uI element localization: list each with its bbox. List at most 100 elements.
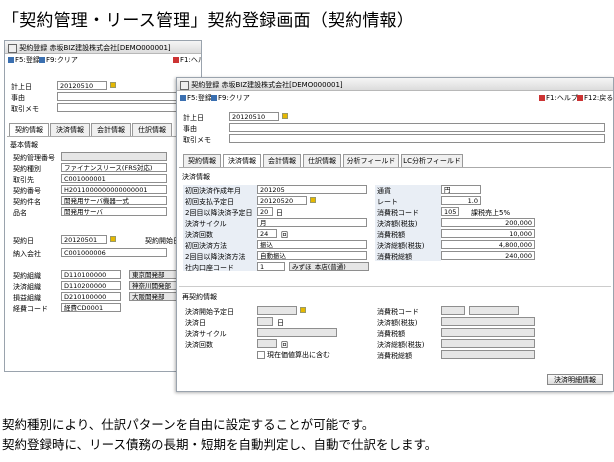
bank-name: みずほ_本店(普通): [289, 262, 369, 271]
org-input[interactable]: D110200000: [61, 281, 121, 290]
kessai-label: 2回目以降決済方法: [185, 253, 246, 261]
calendar-icon[interactable]: [300, 307, 306, 313]
calendar-icon[interactable]: [110, 236, 116, 242]
kessai-heading: 決済情報: [182, 173, 210, 181]
org-label: 損益組織: [13, 294, 41, 302]
app-icon: [8, 43, 17, 53]
torihiki-label: 取引メモ: [183, 136, 211, 144]
org-input[interactable]: 経費CD0001: [61, 303, 121, 312]
front-tab-1[interactable]: 決済情報: [223, 154, 261, 167]
kessai-label: 決済総額(税抜): [377, 242, 425, 250]
detail-button[interactable]: 決済明細情報: [547, 374, 603, 385]
kessai-label: 通貨: [377, 187, 391, 195]
unit-label: 日: [276, 209, 283, 217]
front-tab-3[interactable]: 仕訳情報: [303, 154, 341, 167]
rekeiyaku-label: 決済額(税抜): [377, 319, 418, 327]
back-tab-1[interactable]: 決済情報: [50, 123, 90, 136]
field-label: 契約種別: [13, 165, 41, 173]
front-f5-button[interactable]: F5:登録: [180, 93, 212, 103]
app-icon: [180, 80, 189, 90]
jiyu-input[interactable]: [229, 123, 605, 132]
clear-icon: [39, 57, 45, 63]
rekeiyaku-input[interactable]: [441, 328, 535, 337]
org-label: 決済組織: [13, 283, 41, 291]
rekeiyaku-input[interactable]: [257, 306, 297, 315]
pv-checkbox-label: 現在価値算出に含む: [267, 351, 330, 359]
rekeiyaku-input[interactable]: [257, 317, 273, 326]
calendar-icon[interactable]: [310, 197, 316, 203]
back-window: 契約登録 赤坂BIZ建設株式会社[DEMO000001] F5:登録 F9:クリ…: [4, 40, 202, 372]
kessai-input[interactable]: 20: [257, 207, 273, 216]
rekeiyaku-label: 消費税コード: [377, 308, 419, 316]
back-tab-0[interactable]: 契約情報: [9, 123, 49, 136]
keijo-input[interactable]: 20120510: [57, 81, 107, 90]
kessai-select[interactable]: 月: [257, 218, 367, 227]
amount-input[interactable]: 240,000: [441, 251, 535, 260]
kessai-input[interactable]: 20120520: [257, 196, 307, 205]
front-f12-button[interactable]: F12:戻る: [577, 93, 613, 103]
unit-label: 日: [277, 319, 284, 327]
tax-code-input[interactable]: 105: [441, 207, 459, 216]
field-input[interactable]: 開発用サーバ: [61, 207, 167, 216]
kaishi-label: 契約開始日: [145, 237, 180, 245]
amount-input[interactable]: 200,000: [441, 218, 535, 227]
field-input[interactable]: C001000001: [61, 174, 167, 183]
back-tab-2[interactable]: 会計情報: [91, 123, 131, 136]
front-tab-4[interactable]: 分析フィールド: [343, 154, 399, 167]
save-icon: [8, 57, 14, 63]
currency-select[interactable]: 円: [441, 185, 481, 194]
kessai-input[interactable]: 201205: [257, 185, 367, 194]
field-label: 契約管理番号: [13, 154, 55, 162]
kessai-input[interactable]: 1: [257, 262, 285, 271]
front-tabs: 契約情報 決済情報 会計情報 仕訳情報 分析フィールド LC分析フィールド: [183, 154, 603, 167]
back-f5-button[interactable]: F5:登録: [8, 55, 40, 65]
calendar-icon[interactable]: [110, 82, 116, 88]
front-tab-0[interactable]: 契約情報: [183, 154, 221, 167]
rekeiyaku-input[interactable]: [441, 306, 465, 315]
rekeiyaku-input[interactable]: [441, 317, 535, 326]
rekeiyaku-input[interactable]: [257, 339, 277, 348]
kessai-label: 社内口座コード: [185, 264, 234, 272]
rekeiyaku-input[interactable]: [441, 350, 535, 359]
org-input[interactable]: D110100000: [61, 270, 121, 279]
org-input[interactable]: D210100000: [61, 292, 121, 301]
keijo-input[interactable]: 20120510: [229, 112, 279, 121]
front-f9-button[interactable]: F9:クリア: [211, 93, 250, 103]
torihiki-label: 取引メモ: [11, 105, 39, 113]
rate-input[interactable]: 1.0: [441, 196, 481, 205]
rekeiyaku-input[interactable]: [441, 339, 535, 348]
save-icon: [180, 95, 186, 101]
jiyu-label: 事由: [11, 94, 25, 102]
front-tab-5[interactable]: LC分析フィールド: [401, 154, 463, 167]
nyusha-input[interactable]: C001000006: [61, 248, 167, 257]
front-title-bar: 契約登録 赤坂BIZ建設株式会社[DEMO000001]: [177, 78, 613, 91]
field-select[interactable]: ファイナンスリース(FRS対応): [61, 163, 167, 172]
calendar-icon[interactable]: [282, 113, 288, 119]
back-tab-3[interactable]: 仕訳情報: [132, 123, 172, 136]
back-f1-button[interactable]: F1:ヘルプ: [173, 55, 201, 65]
front-f1-button[interactable]: F1:ヘルプ: [539, 93, 578, 103]
field-input[interactable]: H2011000000000000001: [61, 185, 167, 194]
keiyakubi-input[interactable]: 20120501: [61, 235, 107, 244]
kessai-input[interactable]: 24: [257, 229, 277, 238]
back-tabs: 契約情報 決済情報 会計情報 仕訳情報: [9, 123, 199, 136]
back-icon: [577, 95, 583, 101]
back-f9-button[interactable]: F9:クリア: [39, 55, 78, 65]
kessai-label: 初回支払予定日: [185, 198, 234, 206]
kessai-select[interactable]: 振込: [257, 240, 367, 249]
kessai-label: 初回決済方法: [185, 242, 227, 250]
kessai-label: 決済額(税抜): [377, 220, 418, 228]
field-input[interactable]: [61, 152, 167, 161]
front-tab-2[interactable]: 会計情報: [263, 154, 301, 167]
front-window: 契約登録 赤坂BIZ建設株式会社[DEMO000001] F5:登録 F9:クリ…: [176, 77, 614, 392]
kessai-label: レート: [377, 198, 398, 206]
amount-input[interactable]: 10,000: [441, 229, 535, 238]
rekeiyaku-select[interactable]: [257, 328, 337, 337]
kessai-select[interactable]: 自動振込: [257, 251, 367, 260]
amount-input[interactable]: 4,800,000: [441, 240, 535, 249]
torihiki-input[interactable]: [229, 134, 605, 143]
pv-checkbox[interactable]: [257, 351, 265, 359]
basic-info-heading: 基本情報: [10, 141, 38, 149]
field-input[interactable]: 開発用サーバ機器一式: [61, 196, 167, 205]
front-title: 契約登録 赤坂BIZ建設株式会社[DEMO000001]: [180, 80, 343, 90]
